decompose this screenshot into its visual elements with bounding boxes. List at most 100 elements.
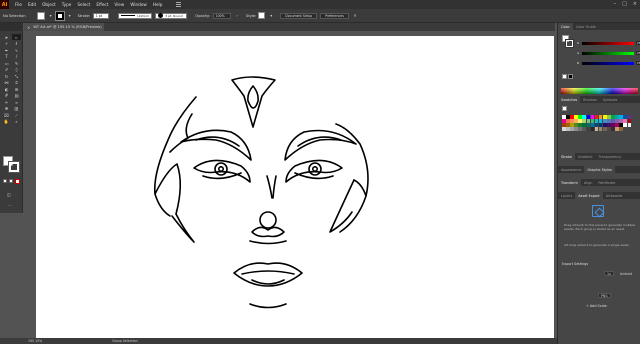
menu-window[interactable]: Window xyxy=(130,2,147,7)
menu-edit[interactable]: Edit xyxy=(28,2,36,7)
stroke-color-swatch[interactable] xyxy=(8,161,20,173)
blue-value[interactable]: 255 xyxy=(636,61,640,65)
curvature-tool-icon[interactable]: ∿ xyxy=(12,47,21,53)
face-line-art[interactable] xyxy=(36,36,554,342)
swatch-chip[interactable] xyxy=(619,127,623,131)
width-tool-icon[interactable]: ⋈ xyxy=(2,80,11,86)
swatch-chip[interactable] xyxy=(598,123,603,127)
document-tab[interactable]: × WT Art.ai* @ 195.15 % (RGB/Preview) xyxy=(24,23,104,31)
blend-tool-icon[interactable]: ∞ xyxy=(12,99,21,105)
free-transform-icon[interactable]: ⌗ xyxy=(12,80,21,86)
menu-select[interactable]: Select xyxy=(77,2,90,7)
swatch-chip[interactable] xyxy=(566,127,570,131)
swatch-chip[interactable] xyxy=(623,115,627,119)
swatch-chip[interactable] xyxy=(566,119,570,123)
variable-width-profile[interactable]: Uniform xyxy=(118,12,153,19)
tab-layers[interactable]: Layers xyxy=(558,192,575,199)
swatch-chip[interactable] xyxy=(582,119,587,123)
swatch-chip[interactable] xyxy=(582,123,587,127)
swatch-chip[interactable] xyxy=(570,115,574,119)
swatch-chip[interactable] xyxy=(582,115,587,119)
arrange-icon[interactable]: ⁞⁞ xyxy=(352,13,358,19)
swatch-chip[interactable] xyxy=(607,123,611,127)
close-tab-icon[interactable]: × xyxy=(27,25,30,30)
canvas-area[interactable] xyxy=(23,31,557,342)
shaper-tool-icon[interactable]: ✐ xyxy=(2,67,11,73)
gradient-tool-icon[interactable]: ▤ xyxy=(12,93,21,99)
swatch-chip[interactable] xyxy=(566,123,570,127)
swatch-chip[interactable] xyxy=(602,119,607,123)
green-slider[interactable]: G 255 xyxy=(577,51,640,55)
swatch-chip[interactable] xyxy=(578,119,582,123)
tab-color[interactable]: Color xyxy=(558,23,573,30)
swatch-chip[interactable] xyxy=(627,119,632,123)
stroke-swatch[interactable] xyxy=(54,10,65,21)
fill-swatch[interactable] xyxy=(36,11,45,20)
black-swatch[interactable] xyxy=(568,74,573,79)
menu-help[interactable]: Help xyxy=(153,2,163,7)
maximize-icon[interactable]: □ xyxy=(622,2,627,7)
tab-brushes[interactable]: Brushes xyxy=(580,96,600,103)
tab-gradient[interactable]: Gradient xyxy=(575,153,596,160)
gradient-mode-icon[interactable] xyxy=(8,179,13,183)
swatch-chip[interactable] xyxy=(574,127,578,131)
tab-transparency[interactable]: Transparency xyxy=(596,153,625,160)
swatch-chip[interactable] xyxy=(619,123,623,127)
swatch-chip[interactable] xyxy=(594,123,599,127)
swatch-chip[interactable] xyxy=(590,123,595,127)
swatch-chip[interactable] xyxy=(594,115,599,119)
swatch-chip[interactable] xyxy=(574,119,578,123)
paintbrush-tool-icon[interactable]: ✎ xyxy=(12,60,21,66)
magic-wand-icon[interactable]: ✧ xyxy=(2,41,11,47)
artboard[interactable] xyxy=(36,36,554,342)
swatch-chip[interactable] xyxy=(615,119,619,123)
brush-definition[interactable]: 3 pt. Round xyxy=(155,12,188,19)
color-spectrum[interactable] xyxy=(561,88,638,94)
column-graph-icon[interactable]: ▥ xyxy=(12,106,21,112)
swatch-chip[interactable] xyxy=(594,127,599,131)
blue-slider[interactable]: B 255 xyxy=(577,61,640,65)
swatch-chip[interactable] xyxy=(578,123,582,127)
swatch-chip[interactable] xyxy=(611,127,615,131)
swatch-chip[interactable] xyxy=(590,119,595,123)
pen-tool-icon[interactable]: ✒ xyxy=(2,47,11,53)
swatch-chip[interactable] xyxy=(607,115,611,119)
tab-stroke[interactable]: Stroke xyxy=(558,153,575,160)
swatch-chip[interactable] xyxy=(586,115,591,119)
swatch-chip[interactable] xyxy=(611,123,615,127)
swatch-chip[interactable] xyxy=(627,115,632,119)
swatch-chip[interactable] xyxy=(570,127,574,131)
swatch-chip[interactable] xyxy=(594,119,599,123)
line-tool-icon[interactable]: / xyxy=(12,54,21,60)
tab-color-guide[interactable]: Color Guide xyxy=(573,23,599,30)
swatch-chip[interactable] xyxy=(586,119,591,123)
selection-tool-icon[interactable]: ➤ xyxy=(2,34,11,40)
swatch-chip[interactable] xyxy=(566,115,570,119)
swatch-chip[interactable] xyxy=(615,123,619,127)
swatch-chip[interactable] xyxy=(590,127,595,131)
tab-align[interactable]: Align xyxy=(581,179,596,186)
swatch-chip[interactable] xyxy=(619,119,623,123)
tab-graphic-styles[interactable]: Graphic Styles xyxy=(584,166,615,173)
swatch-chip[interactable] xyxy=(607,127,611,131)
swatch-chip[interactable] xyxy=(602,127,607,131)
tab-appearance[interactable]: Appearance xyxy=(558,166,584,173)
rectangle-tool-icon[interactable]: ▭ xyxy=(2,60,11,66)
shape-builder-icon[interactable]: ◐ xyxy=(2,86,11,92)
symbol-sprayer-icon[interactable]: ❋ xyxy=(2,106,11,112)
swatch-chip[interactable] xyxy=(615,127,619,131)
color-stroke-swatch[interactable] xyxy=(565,39,574,48)
swatch-chip[interactable] xyxy=(562,127,566,131)
export-scale-field[interactable]: 1x xyxy=(604,271,614,276)
workspace-grid-icon[interactable] xyxy=(176,2,182,7)
tab-artboards[interactable]: Artboards xyxy=(603,192,626,199)
swatch-chip[interactable] xyxy=(578,115,582,119)
fill-dropdown-icon[interactable]: ▾ xyxy=(48,13,54,19)
swatch-chip[interactable] xyxy=(562,123,566,127)
lasso-tool-icon[interactable]: ℓ xyxy=(12,41,21,47)
slice-tool-icon[interactable]: ⟋ xyxy=(12,112,21,118)
swatch-chip[interactable] xyxy=(598,119,603,123)
close-window-icon[interactable]: × xyxy=(633,2,637,7)
swatch-chip[interactable] xyxy=(574,123,578,127)
direct-selection-tool-icon[interactable]: ▹ xyxy=(12,34,21,40)
